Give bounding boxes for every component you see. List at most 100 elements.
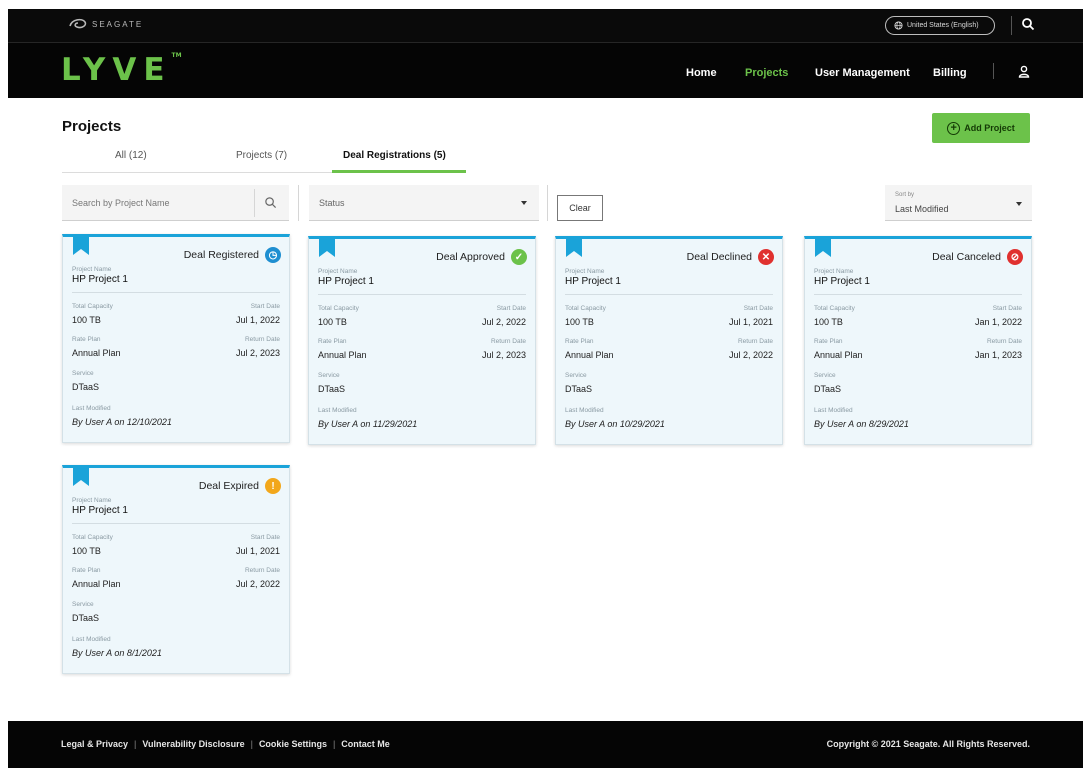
divider <box>72 292 280 293</box>
nav-user-management[interactable]: User Management <box>815 67 910 79</box>
add-project-button[interactable]: + Add Project <box>932 113 1030 143</box>
service-value: DTaaS <box>814 384 842 394</box>
service-label: Service <box>318 372 340 379</box>
sort-dropdown[interactable]: Sort by Last Modified <box>885 185 1032 221</box>
return-date-value: Jul 2, 2022 <box>728 350 773 360</box>
rate-plan-value: Annual Plan <box>72 348 121 358</box>
rate-plan-label: Rate Plan <box>72 567 101 574</box>
divider: | <box>134 739 137 749</box>
deal-card[interactable]: Deal Expired ! Project Name HP Project 1… <box>62 465 290 674</box>
service-value: DTaaS <box>318 384 346 394</box>
start-date-value: Jul 1, 2021 <box>235 546 280 556</box>
search-input[interactable]: Search by Project Name <box>72 198 170 208</box>
lyve-logo[interactable]: LYVETM <box>61 52 182 88</box>
last-modified-value: By User A on 11/29/2021 <box>318 419 418 429</box>
deal-card[interactable]: Deal Registered ◷ Project Name HP Projec… <box>62 234 290 443</box>
deal-card[interactable]: Deal Approved ✓ Project Name HP Project … <box>308 236 536 445</box>
tab-all[interactable]: All (12) <box>115 150 147 161</box>
divider: | <box>250 739 253 749</box>
nav-projects[interactable]: Projects <box>745 67 788 79</box>
region-selector[interactable]: United States (English) <box>885 16 995 35</box>
rate-plan-value: Annual Plan <box>318 350 367 360</box>
deal-status-label: Deal Declined <box>686 251 752 263</box>
nav-home[interactable]: Home <box>686 67 717 79</box>
deal-card[interactable]: Deal Canceled ⊘ Project Name HP Project … <box>804 236 1032 445</box>
bookmark-icon <box>73 237 89 255</box>
footer-link-legal[interactable]: Legal & Privacy <box>61 739 128 749</box>
return-date-value: Jul 2, 2022 <box>235 579 280 589</box>
footer-link-vulnerability[interactable]: Vulnerability Disclosure <box>142 739 244 749</box>
user-icon[interactable] <box>1018 65 1030 83</box>
search-field[interactable]: Search by Project Name <box>62 185 289 221</box>
last-modified-value: By User A on 10/29/2021 <box>565 419 665 429</box>
deal-card[interactable]: Deal Declined ✕ Project Name HP Project … <box>555 236 783 445</box>
last-modified-value: By User A on 12/10/2021 <box>72 417 172 427</box>
copyright-text: Copyright © 2021 Seagate. All Rights Res… <box>826 739 1030 749</box>
sort-label: Sort by <box>895 192 915 198</box>
status-dropdown[interactable]: Status <box>309 185 539 221</box>
main-nav-bar: LYVETM Home Projects User Management Bil… <box>8 42 1083 98</box>
project-name: HP Project 1 <box>814 276 870 287</box>
globe-icon <box>894 21 903 30</box>
project-name: HP Project 1 <box>72 505 128 516</box>
start-date-value: Jul 2, 2022 <box>481 317 526 327</box>
divider <box>72 523 280 524</box>
deal-status: Deal Expired ! <box>199 478 281 494</box>
service-value: DTaaS <box>72 613 100 623</box>
project-name: HP Project 1 <box>318 276 374 287</box>
deal-status: Deal Declined ✕ <box>687 249 774 265</box>
total-capacity-label: Total Capacity <box>72 303 113 310</box>
total-capacity-label: Total Capacity <box>318 305 359 312</box>
deal-status: Deal Canceled ⊘ <box>932 249 1023 265</box>
seagate-swirl-icon <box>69 18 87 29</box>
divider: | <box>332 739 336 749</box>
divider <box>565 294 773 295</box>
service-label: Service <box>72 601 94 608</box>
return-date-label: Return Date <box>986 338 1022 345</box>
tab-projects[interactable]: Projects (7) <box>236 150 287 161</box>
seagate-logo[interactable]: SEAGATE <box>68 17 143 31</box>
x-icon: ✕ <box>758 249 774 265</box>
total-capacity-label: Total Capacity <box>72 534 113 541</box>
nav-billing[interactable]: Billing <box>933 67 967 79</box>
total-capacity-value: 100 TB <box>814 317 843 327</box>
footer-link-contact[interactable]: Contact Me <box>341 739 390 749</box>
page-title: Projects <box>62 118 122 135</box>
total-capacity-value: 100 TB <box>72 315 101 325</box>
total-capacity-label: Total Capacity <box>814 305 855 312</box>
search-icon[interactable] <box>264 196 277 214</box>
divider <box>1011 16 1012 35</box>
return-date-value: Jan 1, 2023 <box>974 350 1022 360</box>
footer: Legal & Privacy | Vulnerability Disclosu… <box>8 721 1083 768</box>
project-name-label: Project Name <box>72 266 112 273</box>
rate-plan-label: Rate Plan <box>814 338 843 345</box>
rate-plan-label: Rate Plan <box>565 338 594 345</box>
start-date-label: Start Date <box>743 305 773 312</box>
start-date-label: Start Date <box>250 303 280 310</box>
divider <box>254 189 255 217</box>
start-date-value: Jan 1, 2022 <box>974 317 1022 327</box>
project-name-label: Project Name <box>72 497 112 504</box>
top-bar: SEAGATE United States (English) <box>8 9 1083 42</box>
total-capacity-value: 100 TB <box>72 546 101 556</box>
total-capacity-value: 100 TB <box>318 317 347 327</box>
clock-icon: ◷ <box>265 247 281 263</box>
search-icon[interactable] <box>1021 17 1035 36</box>
tab-deal-registrations[interactable]: Deal Registrations (5) <box>343 150 446 161</box>
project-name-label: Project Name <box>814 268 854 275</box>
return-date-label: Return Date <box>737 338 773 345</box>
deal-status: Deal Registered ◷ <box>184 247 281 263</box>
service-label: Service <box>814 372 836 379</box>
rate-plan-label: Rate Plan <box>318 338 347 345</box>
bookmark-icon <box>319 239 335 257</box>
divider <box>814 294 1022 295</box>
clear-button[interactable]: Clear <box>557 195 603 221</box>
add-project-label: Add Project <box>964 123 1015 133</box>
project-name: HP Project 1 <box>565 276 621 287</box>
return-date-label: Return Date <box>490 338 526 345</box>
last-modified-label: Last Modified <box>318 407 357 414</box>
footer-link-cookies[interactable]: Cookie Settings <box>259 739 327 749</box>
return-date-label: Return Date <box>244 336 280 343</box>
start-date-label: Start Date <box>496 305 526 312</box>
plus-icon: + <box>947 121 961 135</box>
